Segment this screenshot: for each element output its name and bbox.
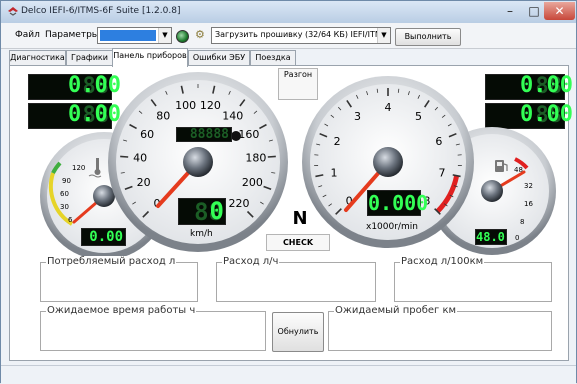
speed-tick-label: 100 — [175, 99, 196, 112]
tach-tick-label: 2 — [334, 135, 341, 148]
main-window: Delco IEFI-6/ITMS-6F Suite [1.2.0.8] – □… — [0, 0, 577, 383]
speed-tick-label: 60 — [140, 128, 154, 141]
rate-lh-group: Расход л/ч — [216, 262, 376, 302]
title-bar: Delco IEFI-6/ITMS-6F Suite [1.2.0.8] – □… — [1, 1, 576, 23]
fuel-tick: 0 — [515, 234, 519, 242]
flash-icon[interactable]: ⚙ — [195, 29, 207, 41]
tachometer: 012345678 x1000r/min — [302, 76, 474, 248]
execute-button[interactable]: Выполнить — [395, 28, 461, 46]
speed-tick-label: 40 — [133, 152, 147, 165]
rate-l100-label: Расход л/100км — [400, 256, 484, 267]
toolbar: Файл Параметры ▼ ⚙ Загрузить прошивку (3… — [1, 23, 576, 49]
rpm-display: 0.000 — [367, 190, 421, 216]
dial-tick — [271, 173, 275, 174]
dashboard-panel: 88 0.00 88 0.00 88 0.00 88 0.00 Разгон — [9, 65, 569, 361]
tab-trip[interactable]: Поездка — [250, 50, 296, 66]
coolant-tick: 6 — [68, 216, 73, 224]
status-led-icon — [176, 30, 189, 43]
chevron-down-icon: ▼ — [158, 28, 171, 43]
tach-tick-label: 4 — [385, 101, 392, 114]
tach-unit: x1000r/min — [366, 222, 418, 232]
speed-tick-label: 80 — [156, 109, 170, 122]
expected-time-label: Ожидаемое время работы ч — [46, 305, 196, 316]
dial-tick — [121, 173, 125, 174]
tach-tick-label: 5 — [415, 110, 422, 123]
speed-display: 0 — [206, 198, 226, 225]
minimize-button[interactable]: – — [497, 2, 523, 20]
color-combo[interactable]: ▼ — [97, 27, 172, 44]
menu-parameters[interactable]: Параметры — [45, 30, 99, 40]
tab-graphs[interactable]: Графики — [66, 50, 113, 66]
app-icon — [7, 6, 19, 17]
gear-indicator: N — [290, 208, 310, 229]
coolant-tick: 90 — [62, 177, 71, 185]
fuel-tick: 8 — [520, 218, 524, 226]
rate-lh-label: Расход л/ч — [222, 256, 279, 267]
window-title: Delco IEFI-6/ITMS-6F Suite [1.2.0.8] — [21, 6, 180, 16]
speed-tick-label: 180 — [245, 152, 266, 165]
close-button[interactable]: ✕ — [544, 2, 575, 20]
speed-tick-label: 160 — [238, 128, 259, 141]
speed-tick-label: 220 — [229, 197, 250, 210]
reset-button[interactable]: Обнулить — [272, 312, 324, 352]
dial-tick — [120, 156, 128, 157]
speed-tick-label: 20 — [137, 176, 151, 189]
tach-tick-label: 1 — [331, 167, 338, 180]
fuel-tick: 16 — [524, 200, 533, 208]
coolant-tick: 30 — [60, 203, 69, 211]
tab-diagnostics[interactable]: Диагностика — [9, 50, 66, 66]
speed-indicator-dot — [231, 131, 241, 141]
expected-range-group: Ожидаемый пробег км — [328, 311, 552, 351]
consumption-label: Потребляемый расход л — [46, 256, 176, 267]
tach-tick-label: 6 — [435, 135, 442, 148]
color-swatch — [100, 30, 156, 41]
rate-l100-group: Расход л/100км — [394, 262, 552, 302]
coolant-display: 0.00 — [81, 228, 126, 246]
expected-time-group: Ожидаемое время работы ч — [40, 311, 266, 351]
speed-tick-label: 120 — [200, 99, 221, 112]
firmware-combo-value: Загрузить прошивку (32/64 КБ) IEFI/ITMS — [215, 30, 387, 39]
chevron-down-icon: ▼ — [377, 28, 390, 43]
tab-ecu-errors[interactable]: Ошибки ЭБУ — [188, 50, 250, 66]
firmware-combo[interactable]: Загрузить прошивку (32/64 КБ) IEFI/ITMS … — [211, 27, 391, 44]
odometer-display: 88888 — [176, 127, 232, 142]
status-bar — [1, 365, 576, 384]
speed-unit: km/h — [190, 229, 213, 239]
fuel-tick: 32 — [524, 182, 533, 190]
coolant-tick: 120 — [72, 164, 85, 172]
speed-tick-label: 200 — [242, 176, 263, 189]
check-engine-indicator: CHECK — [266, 234, 330, 251]
speed-tick-label: 140 — [222, 109, 243, 122]
tach-tick-label: 3 — [354, 110, 361, 123]
menu-file[interactable]: Файл — [15, 30, 40, 40]
tach-tick-label: 7 — [438, 167, 445, 180]
consumption-group: Потребляемый расход л — [40, 262, 198, 302]
fuel-display: 48.0 — [475, 229, 507, 245]
expected-range-label: Ожидаемый пробег км — [334, 305, 457, 316]
coolant-tick: 60 — [60, 190, 69, 198]
tab-dashboard[interactable]: Панель приборов — [112, 48, 188, 67]
dial-tick — [268, 156, 276, 157]
